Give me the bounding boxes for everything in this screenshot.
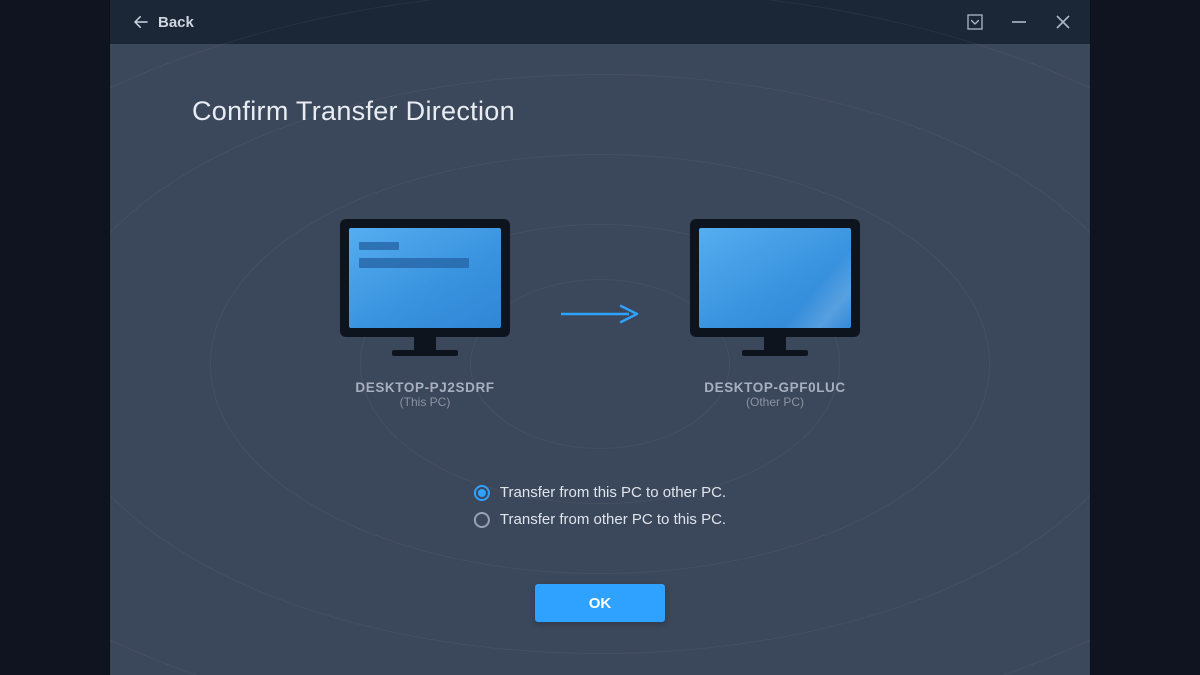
back-button[interactable]: Back (132, 13, 194, 31)
page-body: Confirm Transfer Direction DESKTOP-PJ2SD… (110, 44, 1090, 675)
page-title: Confirm Transfer Direction (192, 96, 515, 127)
dest-pc-role: (Other PC) (746, 395, 804, 409)
option-label: Transfer from other PC to this PC. (500, 511, 726, 528)
option-label: Transfer from this PC to other PC. (500, 484, 726, 501)
radio-icon (474, 485, 490, 501)
option-other-to-this[interactable]: Transfer from other PC to this PC. (474, 511, 726, 528)
window-controls (966, 13, 1072, 31)
transfer-diagram: DESKTOP-PJ2SDRF (This PC) DESKTOP-GPF0LU… (340, 219, 860, 409)
arrow-left-icon (132, 13, 150, 31)
ok-button[interactable]: OK (535, 584, 665, 622)
direction-options: Transfer from this PC to other PC. Trans… (474, 484, 726, 528)
source-pc-name: DESKTOP-PJ2SDRF (355, 380, 494, 395)
arrow-right-icon (555, 303, 645, 325)
back-label: Back (158, 14, 194, 31)
app-window: Back (110, 0, 1090, 675)
close-button[interactable] (1054, 13, 1072, 31)
title-bar: Back (110, 0, 1090, 44)
dest-pc-name: DESKTOP-GPF0LUC (704, 380, 846, 395)
dest-pc: DESKTOP-GPF0LUC (Other PC) (690, 219, 860, 409)
monitor-icon (340, 219, 510, 337)
monitor-icon (690, 219, 860, 337)
minimize-button[interactable] (1010, 13, 1028, 31)
radio-icon (474, 512, 490, 528)
dropdown-button[interactable] (966, 13, 984, 31)
source-pc: DESKTOP-PJ2SDRF (This PC) (340, 219, 510, 409)
option-this-to-other[interactable]: Transfer from this PC to other PC. (474, 484, 726, 501)
source-pc-role: (This PC) (400, 395, 451, 409)
